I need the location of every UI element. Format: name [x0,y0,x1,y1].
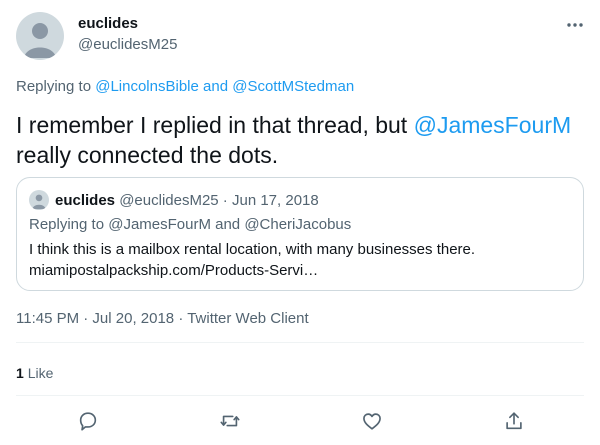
more-button[interactable] [565,15,585,35]
default-avatar-icon [32,194,46,210]
tweet-timestamp[interactable]: 11:45 PM · Jul 20, 2018 · Twitter Web Cl… [16,310,309,327]
share-button[interactable] [497,404,531,438]
quoted-display-name: euclides [55,192,116,209]
divider [16,395,584,396]
reply-icon [79,412,97,431]
mention-link[interactable]: @JamesFourM [414,112,572,138]
tweet-text-part: I remember I replied in that thread, but [16,112,408,138]
tweet-text-part: really connected the dots. [16,142,279,168]
heart-icon [363,413,381,430]
mention-link[interactable]: @LincolnsBible [95,78,199,95]
retweet-button[interactable] [213,404,247,438]
more-icon [567,23,583,27]
reply-button[interactable] [71,404,105,438]
quoted-meta: @euclidesM25 · Jun 17, 2018 [119,192,319,209]
quoted-avatar [29,190,49,210]
mention-link[interactable]: @ScottMStedman [232,78,354,95]
author-handle[interactable]: @euclidesM25 [78,36,177,53]
like-label: Like [27,365,54,381]
divider [16,342,584,343]
share-icon [506,412,522,430]
quoted-tweet[interactable]: euclides @euclidesM25 · Jun 17, 2018 Rep… [16,177,584,291]
tweet-text: I remember I replied in that thread, but… [16,110,584,170]
like-button[interactable] [355,404,389,438]
avatar[interactable] [16,12,64,60]
replying-prefix: Replying to [16,78,92,95]
quoted-header: euclides @euclidesM25 · Jun 17, 2018 [55,192,319,209]
author-display-name[interactable]: euclides [78,15,138,32]
like-stats[interactable]: 1 Like [16,365,53,381]
quoted-text: I think this is a mailbox rental locatio… [29,239,569,281]
default-avatar-icon [24,23,56,58]
replying-joiner: and [203,78,229,95]
retweet-icon [220,415,240,427]
quoted-text-line: miamipostalpackship.com/Products-Servi… [29,262,319,279]
replying-to: Replying to @LincolnsBible and @ScottMSt… [16,78,354,95]
like-count: 1 [16,365,24,381]
quoted-replying-to: Replying to @JamesFourM and @CheriJacobu… [29,216,352,233]
quoted-text-line: I think this is a mailbox rental locatio… [29,241,476,258]
